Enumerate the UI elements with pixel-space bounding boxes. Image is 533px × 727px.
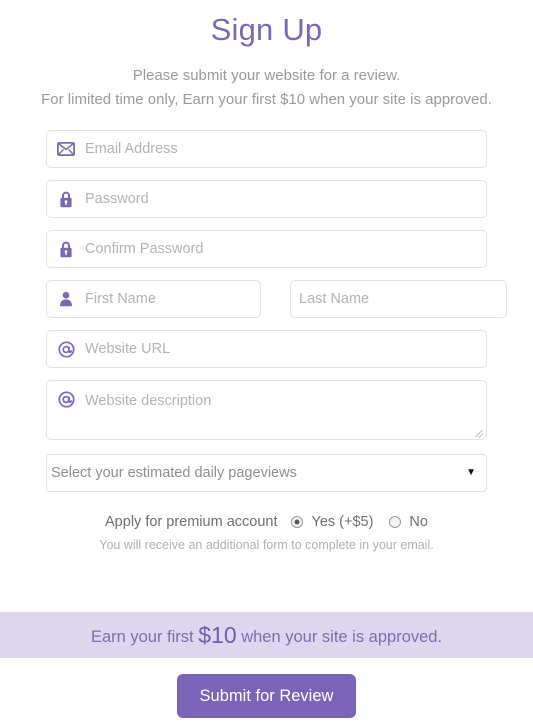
premium-account-label: Apply for premium account [105, 514, 278, 530]
website-description-field[interactable]: Website description [46, 380, 487, 440]
pageviews-select[interactable]: Select your estimated daily pageviews ▼ [46, 454, 487, 492]
radio-no-label: No [409, 514, 428, 530]
signup-form: Email Address Password Confirm Password … [0, 130, 533, 552]
promo-text: Earn your first $10 when your site is ap… [91, 622, 442, 649]
submit-for-review-button[interactable]: Submit for Review [177, 674, 356, 718]
last-name-field[interactable]: Last Name [290, 280, 507, 318]
first-name-placeholder: First Name [85, 291, 156, 307]
lock-icon [47, 241, 85, 258]
password-placeholder: Password [85, 191, 149, 207]
confirm-password-row: Confirm Password [46, 230, 487, 268]
website-url-field[interactable]: Website URL [46, 330, 487, 368]
radio-no[interactable] [389, 516, 402, 528]
promo-text-after: when your site is approved. [236, 627, 443, 646]
lock-icon [47, 191, 85, 208]
signup-page: Sign Up Please submit your website for a… [0, 0, 533, 727]
confirm-password-field[interactable]: Confirm Password [46, 230, 487, 268]
textarea-resize-handle[interactable] [473, 426, 484, 438]
password-row: Password [46, 180, 487, 218]
last-name-placeholder: Last Name [299, 291, 370, 307]
premium-account-note: You will receive an additional form to c… [99, 538, 434, 552]
page-title: Sign Up [210, 12, 323, 47]
confirm-password-placeholder: Confirm Password [85, 241, 204, 257]
page-subtitle: Please submit your website for a review.… [0, 64, 533, 112]
email-field[interactable]: Email Address [46, 130, 487, 168]
premium-option-yes[interactable]: Yes (+$5) [291, 514, 373, 530]
first-name-field[interactable]: First Name [46, 280, 261, 318]
radio-yes[interactable] [291, 516, 304, 528]
promo-text-before: Earn your first [90, 627, 199, 646]
website-url-placeholder: Website URL [85, 341, 171, 357]
password-field[interactable]: Password [46, 180, 487, 218]
promo-banner: Earn your first $10 when your site is ap… [0, 612, 533, 658]
chevron-down-icon: ▼ [466, 467, 476, 478]
pageviews-select-value: Select your estimated daily pageviews [51, 465, 297, 481]
premium-account-row: Apply for premium account Yes (+$5) No [46, 514, 487, 530]
website-url-row: Website URL [46, 330, 487, 368]
submit-button-container: Submit for Review [0, 674, 533, 718]
at-icon [47, 381, 85, 408]
person-icon [47, 291, 85, 307]
email-row: Email Address [46, 130, 487, 168]
promo-amount: $10 [198, 621, 237, 648]
subtitle-line-2: For limited time only, Earn your first $… [41, 91, 492, 108]
envelope-icon [47, 142, 85, 156]
email-placeholder: Email Address [85, 141, 178, 157]
name-row: First Name Last Name [46, 280, 507, 318]
website-description-placeholder: Website description [85, 393, 212, 409]
radio-yes-label: Yes (+$5) [311, 514, 374, 530]
at-icon [47, 340, 85, 358]
premium-option-no[interactable]: No [389, 514, 428, 530]
subtitle-line-1: Please submit your website for a review. [132, 67, 401, 84]
